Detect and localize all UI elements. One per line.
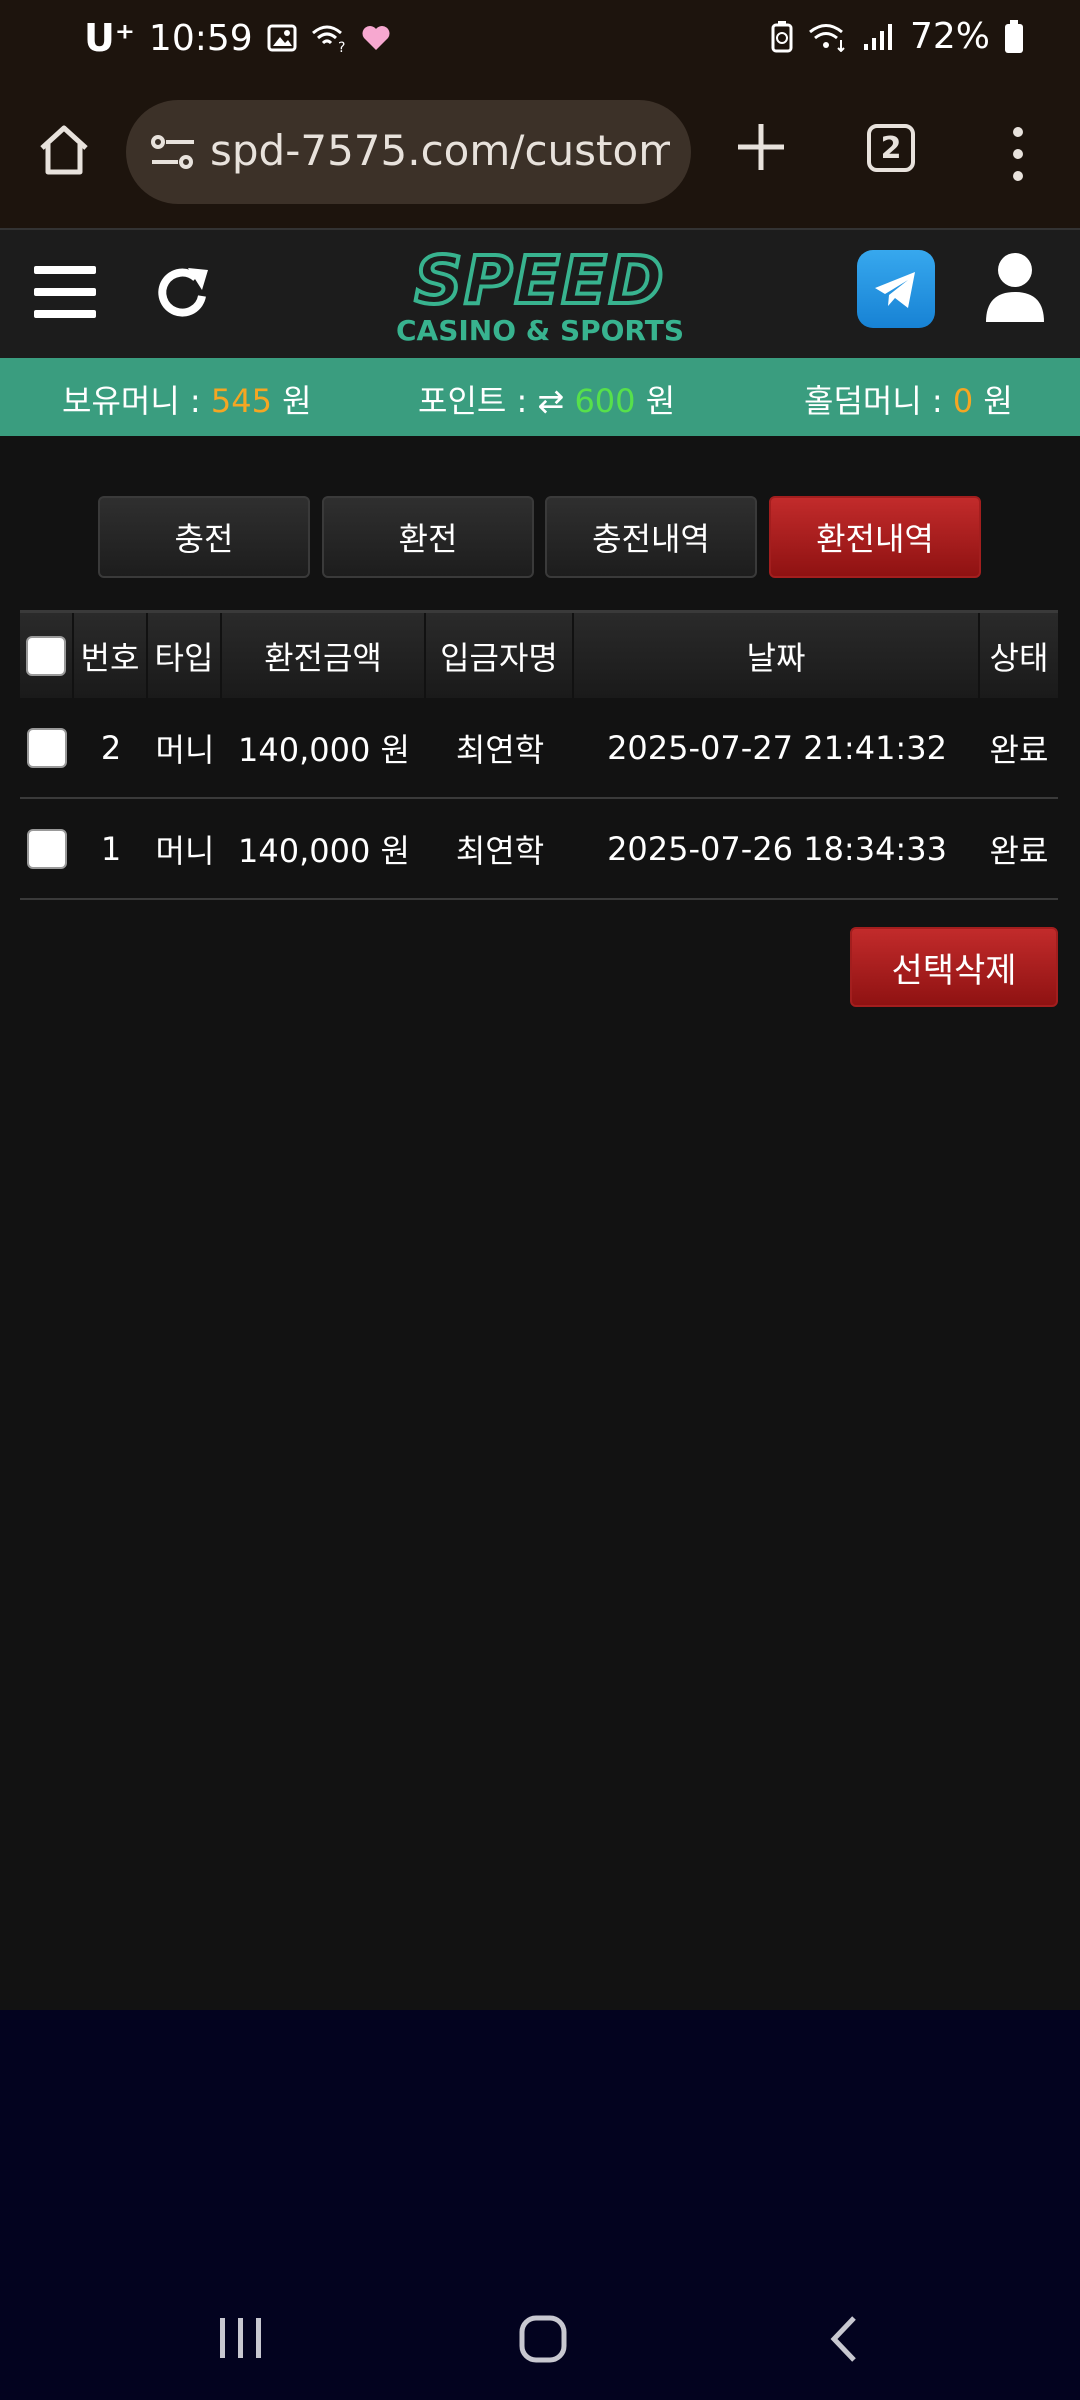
row-check-cell — [20, 799, 74, 898]
logo-main-text: SPEED — [413, 242, 666, 319]
row-checkbox[interactable] — [27, 727, 67, 768]
money-balance: 보유머니 : 545 원 — [62, 376, 312, 422]
table-row: 2 머니 140,000 원 최연학 2025-07-27 21:41:32 완… — [20, 698, 1058, 799]
row-amount: 140,000 원 — [238, 730, 410, 769]
new-tab-icon[interactable] — [734, 120, 788, 174]
battery-saver-icon — [771, 20, 793, 52]
header-date: 날짜 — [574, 613, 980, 698]
logo-sub-text: CASINO & SPORTS — [395, 314, 684, 347]
point-convert-icon[interactable]: ⇄ — [537, 382, 564, 420]
select-all-checkbox[interactable] — [26, 635, 66, 676]
tab-withdraw[interactable]: 환전 — [322, 496, 534, 578]
status-left: U⁺ 10:59 ? — [84, 16, 391, 60]
browser-toolbar: spd-7575.com/custome 2 — [0, 76, 1080, 228]
wifi-question-icon: ? — [311, 25, 345, 53]
battery-icon — [1005, 19, 1023, 53]
wifi-icon — [809, 23, 845, 52]
row-date: 2025-07-26 18:34:33 — [607, 829, 947, 868]
status-right: 72% — [770, 16, 1024, 57]
withdraw-history-table: 번호 타입 환전금액 입금자명 날짜 상태 2 머니 140,000 원 최연학… — [20, 610, 1058, 900]
row-name: 최연학 — [455, 730, 545, 769]
tab-withdraw-history[interactable]: 환전내역 — [769, 496, 981, 578]
money-label: 보유머니 : — [62, 382, 201, 420]
row-name: 최연학 — [455, 831, 545, 870]
tab-count: 2 — [880, 130, 902, 166]
select-all-cell — [20, 613, 74, 698]
tab-switcher-button[interactable]: 2 — [867, 124, 915, 172]
clock: 10:59 — [148, 17, 253, 59]
site-logo[interactable]: SPEED CASINO & SPORTS — [395, 242, 685, 348]
table-row: 1 머니 140,000 원 최연학 2025-07-26 18:34:33 완… — [20, 799, 1058, 900]
hamburger-menu-icon[interactable] — [34, 264, 96, 320]
row-status: 완료 — [989, 730, 1049, 769]
row-num: 1 — [100, 829, 122, 868]
gallery-icon — [267, 24, 297, 52]
point-value: 600 — [574, 382, 636, 420]
row-check-cell — [20, 698, 74, 797]
row-num: 2 — [100, 728, 122, 767]
row-type: 머니 — [155, 831, 215, 870]
header-name: 입금자명 — [426, 613, 574, 698]
home-icon[interactable] — [34, 120, 94, 180]
row-amount: 140,000 원 — [238, 831, 410, 870]
holdem-value: 0 — [952, 382, 974, 420]
more-options-icon[interactable] — [1008, 124, 1028, 184]
row-status: 완료 — [989, 831, 1049, 870]
money-unit: 원 — [282, 382, 312, 420]
row-date: 2025-07-27 21:41:32 — [607, 728, 947, 767]
row-checkbox[interactable] — [27, 828, 67, 869]
signal-icon — [863, 23, 892, 50]
refresh-icon[interactable] — [152, 260, 214, 324]
holdem-unit: 원 — [983, 382, 1013, 420]
address-bar[interactable]: spd-7575.com/custome — [126, 100, 691, 204]
nav-home-icon[interactable] — [518, 2314, 568, 2364]
table-header: 번호 타입 환전금액 입금자명 날짜 상태 — [20, 610, 1058, 698]
header-num: 번호 — [74, 613, 148, 698]
header-type: 타입 — [148, 613, 222, 698]
recent-apps-icon[interactable] — [216, 2316, 266, 2360]
delete-selected-button[interactable]: 선택삭제 — [850, 927, 1058, 1007]
carrier-label: U⁺ — [84, 16, 135, 60]
header-amount: 환전금액 — [222, 613, 426, 698]
svg-text:?: ? — [338, 40, 345, 53]
tab-deposit-history[interactable]: 충전내역 — [545, 496, 757, 578]
holdem-label: 홀덤머니 : — [804, 382, 943, 420]
status-bar: U⁺ 10:59 ? 72% — [0, 0, 1080, 76]
user-icon[interactable] — [984, 252, 1046, 324]
telegram-button[interactable] — [857, 250, 935, 328]
header-status: 상태 — [989, 638, 1049, 677]
url-text[interactable]: spd-7575.com/custome — [210, 126, 670, 175]
back-icon[interactable] — [828, 2314, 860, 2364]
point-unit: 원 — [645, 382, 676, 420]
battery-percent: 72% — [909, 16, 990, 57]
telegram-icon — [875, 272, 915, 308]
row-type: 머니 — [155, 730, 215, 769]
site-settings-icon[interactable] — [150, 132, 196, 172]
money-value: 545 — [210, 382, 272, 420]
point-balance: 포인트 : ⇄ 600 원 — [418, 376, 675, 422]
heart-icon — [362, 26, 390, 50]
balance-bar: 보유머니 : 545 원 포인트 : ⇄ 600 원 홀덤머니 : 0 원 — [0, 358, 1080, 436]
site-header: SPEED CASINO & SPORTS — [0, 228, 1080, 358]
tab-deposit[interactable]: 충전 — [98, 496, 310, 578]
point-label: 포인트 : — [418, 382, 528, 420]
holdem-balance: 홀덤머니 : 0 원 — [804, 376, 1013, 422]
